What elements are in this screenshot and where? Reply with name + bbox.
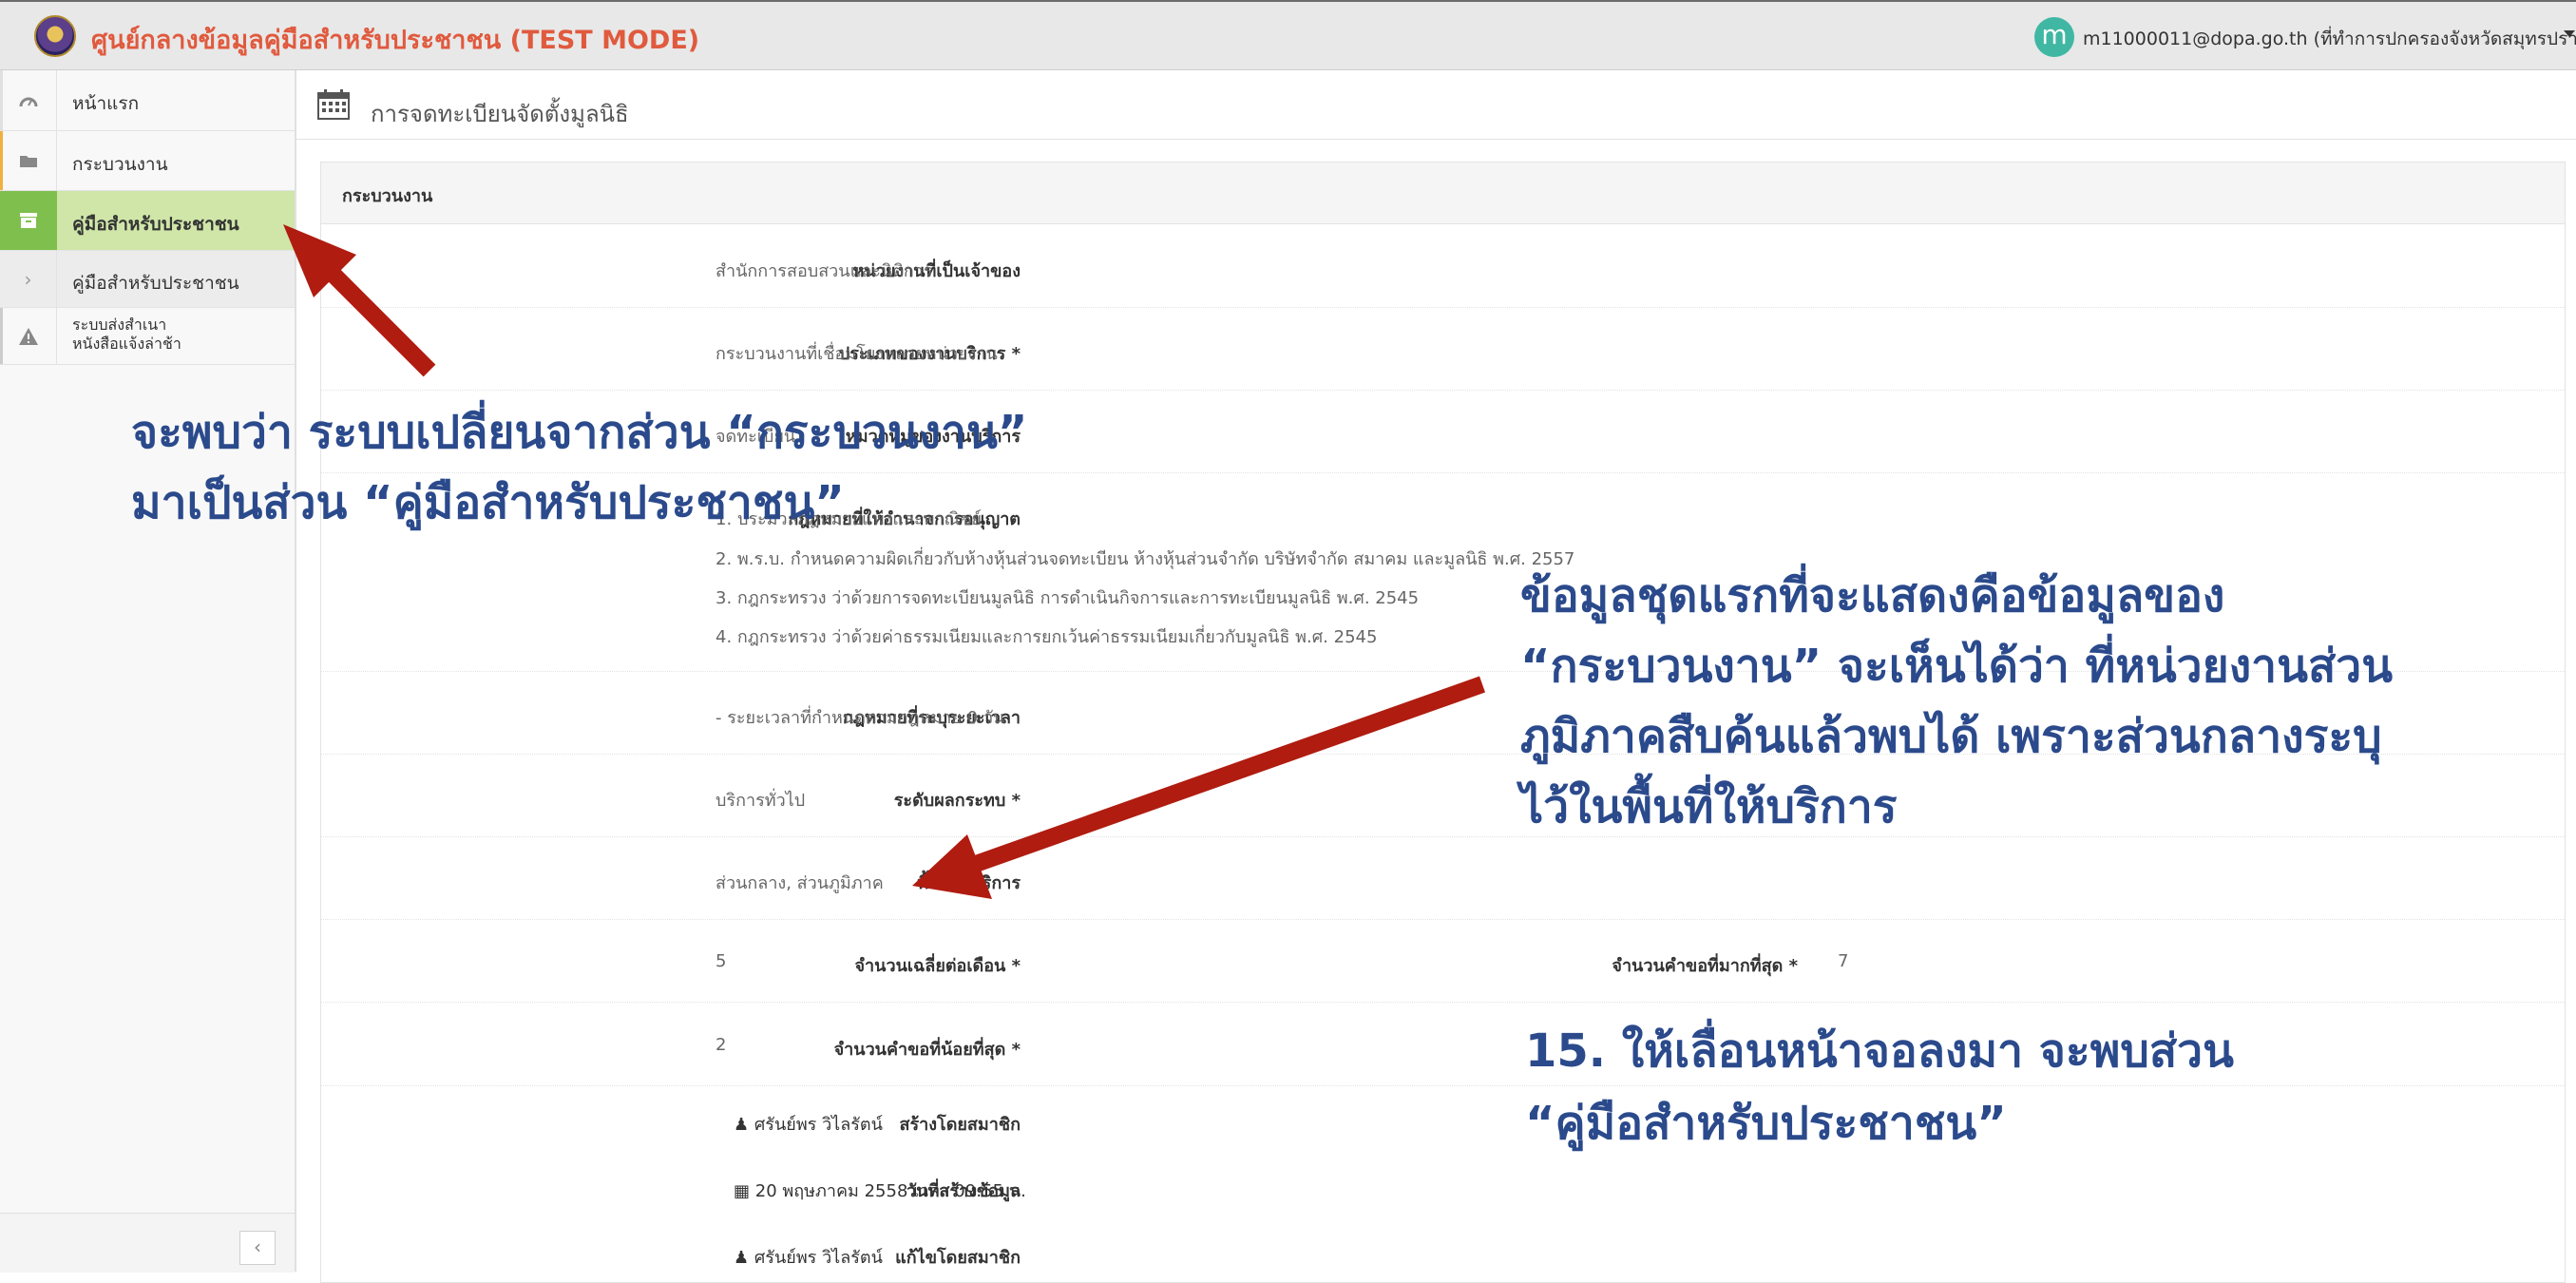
arrow-shaft [316,258,436,377]
annotation-callout-2: ข้อมูลชุดแรกที่จะแสดงคือข้อมูลของ “กระบว… [1520,569,2393,833]
annotation-callout-1: จะพบว่า ระบบเปลี่ยนจากส่วน “กระบวนงาน” ม… [131,406,1028,529]
arrow-shaft [956,676,1486,878]
annotation-callout-3: 15. ให้เลื่อนหน้าจอลงมา จะพบส่วน “คู่มือ… [1525,1024,2234,1150]
arrow-group [283,224,1486,899]
